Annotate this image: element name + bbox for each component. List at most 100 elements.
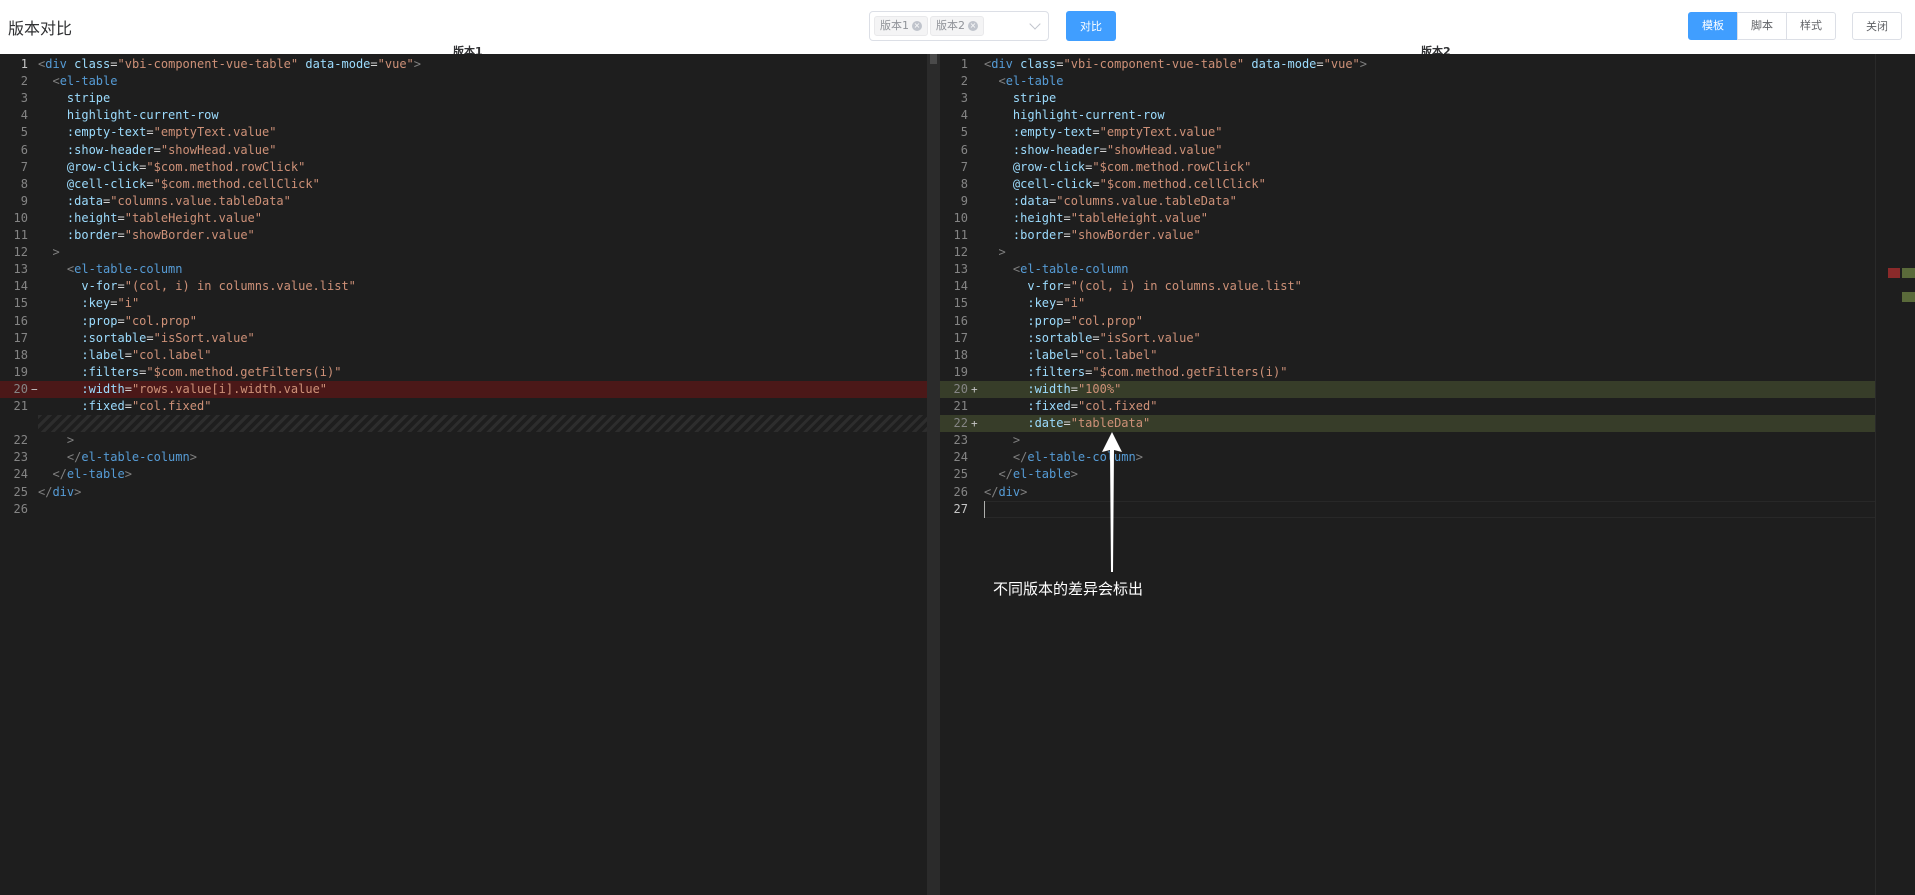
line-number: 1 bbox=[20, 57, 28, 71]
code-token: "showBorder.value" bbox=[1070, 228, 1201, 242]
code-line[interactable]: 6 :show-header="showHead.value" bbox=[940, 142, 1875, 159]
code-line[interactable]: 13 <el-table-column bbox=[0, 261, 927, 278]
code-line[interactable]: 17 :sortable="isSort.value" bbox=[0, 330, 927, 347]
code-line[interactable]: 14 v-for="(col, i) in columns.value.list… bbox=[0, 278, 927, 295]
code-line[interactable]: 25 </el-table> bbox=[940, 466, 1875, 483]
code-line[interactable]: 19 :filters="$com.method.getFilters(i)" bbox=[940, 364, 1875, 381]
added-code-line[interactable]: 20 + :width="100%" bbox=[940, 380, 1875, 398]
added-code-line[interactable]: 22 + :date="tableData" bbox=[940, 415, 1875, 433]
code-line[interactable]: 26 bbox=[0, 501, 927, 518]
tab-template[interactable]: 模板 bbox=[1688, 12, 1738, 40]
code-line[interactable]: 16 :prop="col.prop" bbox=[0, 313, 927, 330]
code-line[interactable]: 19 :filters="$com.method.getFilters(i)" bbox=[0, 364, 927, 381]
line-number: 11 bbox=[953, 228, 968, 242]
code-token: = bbox=[124, 347, 132, 362]
code-token: "isSort.value" bbox=[1099, 330, 1201, 345]
code-line[interactable]: 25 </div> bbox=[0, 484, 927, 501]
code-line[interactable]: 1 <div class="vbi-component-vue-table" da… bbox=[0, 56, 927, 73]
close-button[interactable]: 关闭 bbox=[1852, 12, 1902, 40]
code-line[interactable]: 5 :empty-text="emptyText.value" bbox=[940, 124, 1875, 141]
code-text: :width="rows.value[i].width.value" bbox=[38, 381, 327, 398]
close-icon[interactable]: × bbox=[968, 21, 978, 31]
line-number: 25 bbox=[13, 484, 28, 499]
left-code-editor[interactable]: 1 <div class="vbi-component-vue-table" da… bbox=[0, 54, 927, 895]
code-line[interactable]: 11 :border="showBorder.value" bbox=[0, 227, 927, 244]
code-line[interactable]: 2 <el-table bbox=[940, 73, 1875, 90]
code-text: :filters="$com.method.getFilters(i)" bbox=[984, 364, 1287, 381]
code-line[interactable]: 6 :show-header="showHead.value" bbox=[0, 142, 927, 159]
line-number: 10 bbox=[13, 210, 28, 225]
code-line[interactable]: 4 highlight-current-row bbox=[0, 107, 927, 124]
code-token: class bbox=[1020, 57, 1057, 71]
code-line[interactable]: 5 :empty-text="emptyText.value" bbox=[0, 124, 927, 141]
code-line[interactable]: 8 @cell-click="$com.method.cellClick" bbox=[940, 176, 1875, 193]
code-token: highlight-current-row bbox=[1012, 108, 1165, 123]
line-number: 4 bbox=[20, 108, 28, 123]
code-line[interactable]: 12 > bbox=[0, 244, 927, 261]
close-icon[interactable]: × bbox=[912, 21, 922, 31]
code-text: > bbox=[984, 244, 1006, 261]
code-line[interactable]: 16 :prop="col.prop" bbox=[940, 313, 1875, 330]
code-line[interactable]: 11 :border="showBorder.value" bbox=[940, 227, 1875, 244]
line-number: 18 bbox=[953, 347, 968, 362]
diff-overview-ruler[interactable] bbox=[1875, 54, 1915, 895]
code-line[interactable]: 2 <el-table bbox=[0, 73, 927, 90]
code-line[interactable]: 9 :data="columns.value.tableData" bbox=[0, 193, 927, 210]
right-code-editor[interactable]: 1 <div class="vbi-component-vue-table" da… bbox=[940, 54, 1875, 895]
code-line[interactable]: 21 :fixed="col.fixed" bbox=[0, 398, 927, 415]
code-token: </ bbox=[38, 484, 53, 499]
code-token: = bbox=[117, 313, 125, 328]
code-line[interactable]: 13 <el-table-column bbox=[940, 261, 1875, 278]
code-line[interactable]: 7 @row-click="$com.method.rowClick" bbox=[0, 159, 927, 176]
code-line[interactable]: 26 </div> bbox=[940, 484, 1875, 501]
code-line[interactable]: 14 v-for="(col, i) in columns.value.list… bbox=[940, 278, 1875, 295]
scrollbar-thumb[interactable] bbox=[930, 54, 937, 64]
code-line[interactable]: 12 > bbox=[940, 244, 1875, 261]
pane-splitter[interactable] bbox=[927, 54, 940, 895]
chevron-down-icon[interactable] bbox=[1029, 18, 1041, 30]
code-line[interactable]: 23 </el-table-column> bbox=[0, 449, 927, 466]
code-text: <el-table bbox=[38, 73, 117, 90]
code-line[interactable]: 3 stripe bbox=[0, 90, 927, 107]
code-line[interactable]: 10 :height="tableHeight.value" bbox=[0, 210, 927, 227]
code-line[interactable]: 10 :height="tableHeight.value" bbox=[940, 210, 1875, 227]
deleted-code-line[interactable]: 20− :width="rows.value[i].width.value" bbox=[0, 380, 927, 398]
line-number: 10 bbox=[953, 210, 968, 225]
code-line[interactable]: 24 </el-table> bbox=[0, 466, 927, 483]
code-token: @row-click bbox=[66, 159, 140, 174]
code-line[interactable]: 7 @row-click="$com.method.rowClick" bbox=[940, 159, 1875, 176]
line-number: 21 bbox=[13, 399, 28, 413]
code-line[interactable]: 18 :label="col.label" bbox=[940, 347, 1875, 364]
code-line[interactable]: 18 :label="col.label" bbox=[0, 347, 927, 364]
code-token: > bbox=[998, 245, 1006, 260]
code-line[interactable]: 9 :data="columns.value.tableData" bbox=[940, 193, 1875, 210]
code-line[interactable]: 24 </el-table-column> bbox=[940, 449, 1875, 466]
code-token: = bbox=[1070, 399, 1078, 413]
code-token: > bbox=[52, 245, 60, 260]
code-line[interactable]: 21 :fixed="col.fixed" bbox=[940, 398, 1875, 415]
code-line[interactable]: 23 > bbox=[940, 432, 1875, 449]
code-line[interactable]: 1 <div class="vbi-component-vue-table" da… bbox=[940, 56, 1875, 73]
code-line[interactable]: 8 @cell-click="$com.method.cellClick" bbox=[0, 176, 927, 193]
code-line[interactable]: 17 :sortable="isSort.value" bbox=[940, 330, 1875, 347]
overview-added-mark bbox=[1902, 268, 1915, 278]
compare-button[interactable]: 对比 bbox=[1066, 11, 1116, 41]
code-line[interactable]: 4 highlight-current-row bbox=[940, 107, 1875, 124]
tab-style[interactable]: 样式 bbox=[1786, 12, 1836, 40]
code-text: :show-header="showHead.value" bbox=[984, 142, 1223, 159]
code-line[interactable]: 15 :key="i" bbox=[940, 295, 1875, 312]
code-line[interactable]: 15 :key="i" bbox=[0, 295, 927, 312]
tab-script[interactable]: 脚本 bbox=[1737, 12, 1787, 40]
version-select[interactable]: 版本1 × 版本2 × bbox=[869, 11, 1049, 41]
code-line[interactable]: 3 stripe bbox=[940, 90, 1875, 107]
code-line[interactable]: 22 > bbox=[0, 432, 927, 449]
